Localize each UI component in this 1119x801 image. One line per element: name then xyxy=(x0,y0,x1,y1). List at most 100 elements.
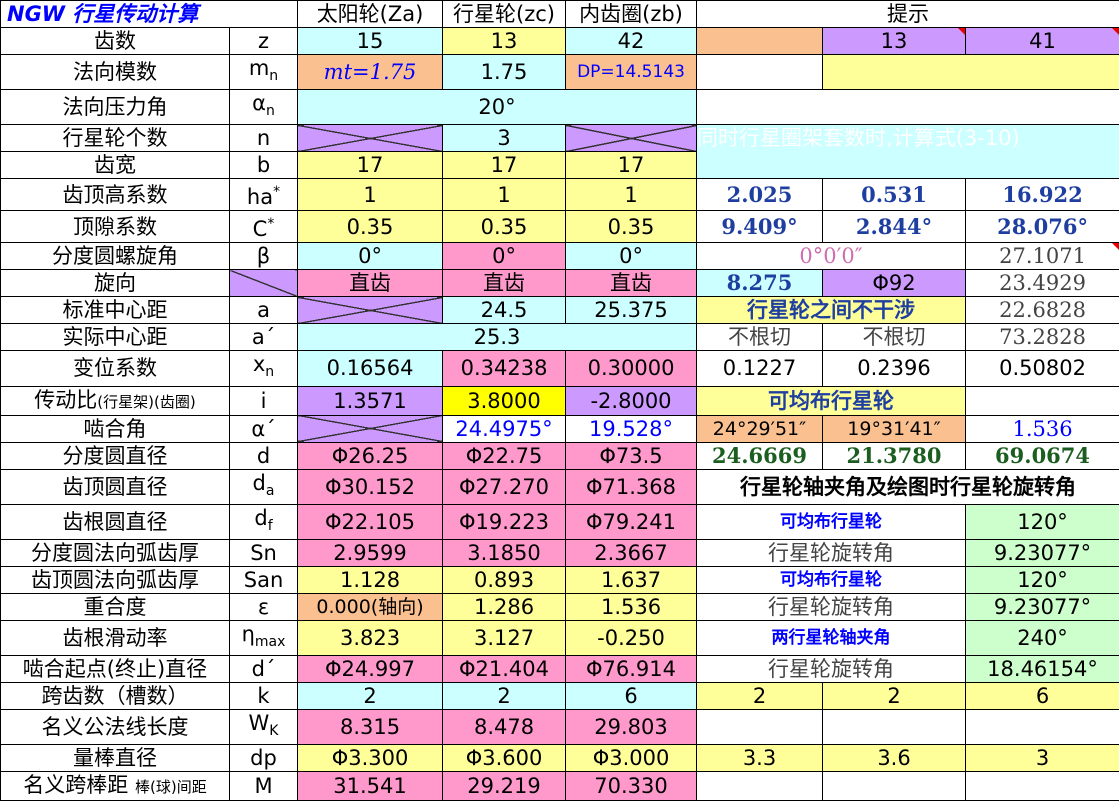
hint-cell-12[interactable]: 行星轮之间不干涉 xyxy=(697,297,966,324)
hint-cell-12[interactable]: 可均布行星轮 xyxy=(697,386,966,415)
hint-cell-2[interactable]: 13 xyxy=(823,28,966,55)
cell-ring[interactable]: Φ73.5 xyxy=(566,442,697,469)
hint-cell-3[interactable]: 120° xyxy=(966,566,1119,593)
cell-ring[interactable]: DP=14.5143 xyxy=(566,55,697,90)
cell-ring[interactable]: 42 xyxy=(566,28,697,55)
col-header-sun[interactable]: 太阳轮(Za) xyxy=(298,1,443,28)
cell-sun[interactable]: 1.3571 xyxy=(298,386,443,415)
hint-cell-2[interactable]: 0.2396 xyxy=(823,351,966,386)
hint-cell-2[interactable]: Φ92 xyxy=(823,270,966,297)
hint-cell-2[interactable]: 不根切 xyxy=(823,324,966,351)
cell-sun[interactable]: 17 xyxy=(298,152,443,179)
cell-sun[interactable]: 31.541 xyxy=(298,772,443,801)
cell-ring[interactable]: 0.35 xyxy=(566,211,697,243)
cell-ring[interactable]: 6 xyxy=(566,683,697,710)
cell-sun[interactable]: Φ22.105 xyxy=(298,504,443,539)
cell-ring[interactable]: -0.250 xyxy=(566,620,697,655)
cell-ring[interactable]: 70.330 xyxy=(566,772,697,801)
hint-cell-1[interactable]: 2.025 xyxy=(697,179,823,211)
hint-cell-1[interactable]: 0.1227 xyxy=(697,351,823,386)
cell-sun[interactable]: Φ26.25 xyxy=(298,442,443,469)
cell-sun[interactable]: Φ3.300 xyxy=(298,745,443,772)
cell-ring[interactable]: 19.528° xyxy=(566,415,697,442)
cell-planet[interactable]: 13 xyxy=(443,28,566,55)
hint-cell-123[interactable] xyxy=(697,90,1119,125)
hint-cell-1[interactable]: 2 xyxy=(697,683,823,710)
hint-cell-1[interactable]: 9.409° xyxy=(697,211,823,243)
col-header-ring[interactable]: 内齿圈(zb) xyxy=(566,1,697,28)
hint-cell-1[interactable] xyxy=(697,710,823,745)
cell-sun[interactable]: mt=1.75 xyxy=(298,55,443,90)
cell-planet[interactable]: 1.286 xyxy=(443,593,566,620)
cell-ring[interactable]: 1.637 xyxy=(566,566,697,593)
cell-sun[interactable]: 8.315 xyxy=(298,710,443,745)
cell-ring[interactable]: 0.30000 xyxy=(566,351,697,386)
hint-cell-3[interactable]: 16.922 xyxy=(966,179,1119,211)
hint-cell-2[interactable]: 2.844° xyxy=(823,211,966,243)
cell-planet[interactable]: 24.5 xyxy=(443,297,566,324)
cell-planet[interactable]: 1 xyxy=(443,179,566,211)
cell-sun[interactable]: 0.000(轴向) xyxy=(298,593,443,620)
cell-sun[interactable]: 2.9599 xyxy=(298,539,443,566)
hint-cell-12[interactable]: 0°0′0″ xyxy=(697,243,966,270)
cell-planet[interactable]: 29.219 xyxy=(443,772,566,801)
cell-planet[interactable]: Φ3.600 xyxy=(443,745,566,772)
hint-cell-3[interactable]: 0.50802 xyxy=(966,351,1119,386)
cell-ring[interactable]: 2.3667 xyxy=(566,539,697,566)
hint-cell-1[interactable] xyxy=(697,55,823,90)
hint-cell-1[interactable] xyxy=(697,28,823,55)
hint-cell-1[interactable]: 24.6669 xyxy=(697,442,823,469)
cell-planet[interactable]: Φ21.404 xyxy=(443,656,566,683)
hint-cell-3[interactable]: 73.2828 xyxy=(966,324,1119,351)
hint-cell-3[interactable]: 28.076° xyxy=(966,211,1119,243)
hint-cell-3[interactable]: 9.23077° xyxy=(966,593,1119,620)
cell-sun[interactable]: 直齿 xyxy=(298,270,443,297)
hint-cell-2[interactable] xyxy=(823,772,966,801)
hint-cell-2[interactable]: 19°31′41″ xyxy=(823,415,966,442)
cell-ring[interactable]: 0° xyxy=(566,243,697,270)
hint-cell-2[interactable]: 0.531 xyxy=(823,179,966,211)
cell-planet[interactable]: Φ19.223 xyxy=(443,504,566,539)
hint-cell-3[interactable]: 27.1071 xyxy=(966,243,1119,270)
hint-cell-2[interactable] xyxy=(823,710,966,745)
cell-planet[interactable]: 1.75 xyxy=(443,55,566,90)
cell-planet[interactable]: 直齿 xyxy=(443,270,566,297)
hint-cell-3[interactable]: 41 xyxy=(966,28,1119,55)
hint-cell-1[interactable]: 3.3 xyxy=(697,745,823,772)
hint-cell-23[interactable] xyxy=(823,55,1119,90)
cell-sun[interactable]: 0.35 xyxy=(298,211,443,243)
cell-planet[interactable]: Φ27.270 xyxy=(443,469,566,504)
cell-ring[interactable]: 1 xyxy=(566,179,697,211)
cell-all[interactable]: 20° xyxy=(298,90,697,125)
cell-sun[interactable]: 15 xyxy=(298,28,443,55)
cell-planet[interactable]: 0° xyxy=(443,243,566,270)
hint-cell-1[interactable] xyxy=(697,772,823,801)
cell-ring[interactable]: -2.8000 xyxy=(566,386,697,415)
cell-sun[interactable]: 0° xyxy=(298,243,443,270)
cell-sun[interactable]: Φ30.152 xyxy=(298,469,443,504)
cell-planet[interactable]: 2 xyxy=(443,683,566,710)
hint-cell-3[interactable]: 3 xyxy=(966,745,1119,772)
hint-cell-1[interactable]: 8.275 xyxy=(697,270,823,297)
cell-ring[interactable]: 25.375 xyxy=(566,297,697,324)
cell-ring[interactable]: 29.803 xyxy=(566,710,697,745)
cell-sun[interactable]: 2 xyxy=(298,683,443,710)
cell-sun[interactable]: 1.128 xyxy=(298,566,443,593)
cell-planet[interactable]: 0.35 xyxy=(443,211,566,243)
hint-cell-2[interactable]: 2 xyxy=(823,683,966,710)
hint-cell-3[interactable]: 23.4929 xyxy=(966,270,1119,297)
hint-cell-3[interactable] xyxy=(966,386,1119,415)
cell-ring[interactable]: Φ79.241 xyxy=(566,504,697,539)
hint-cell-3[interactable]: 18.46154° xyxy=(966,656,1119,683)
cell-planet[interactable]: Φ22.75 xyxy=(443,442,566,469)
cell-planet[interactable]: 3.127 xyxy=(443,620,566,655)
col-header-planet[interactable]: 行星轮(zc) xyxy=(443,1,566,28)
hint-cell-2[interactable]: 21.3780 xyxy=(823,442,966,469)
hint-cell-3[interactable]: 9.23077° xyxy=(966,539,1119,566)
hint-header[interactable]: 提示 xyxy=(697,1,1119,28)
cell-ring[interactable]: 1.536 xyxy=(566,593,697,620)
hint-cell-2[interactable]: 3.6 xyxy=(823,745,966,772)
hint-cell-1[interactable]: 24°29′51″ xyxy=(697,415,823,442)
cell-planet[interactable]: 3 xyxy=(443,125,566,152)
cell-ring[interactable]: Φ71.368 xyxy=(566,469,697,504)
